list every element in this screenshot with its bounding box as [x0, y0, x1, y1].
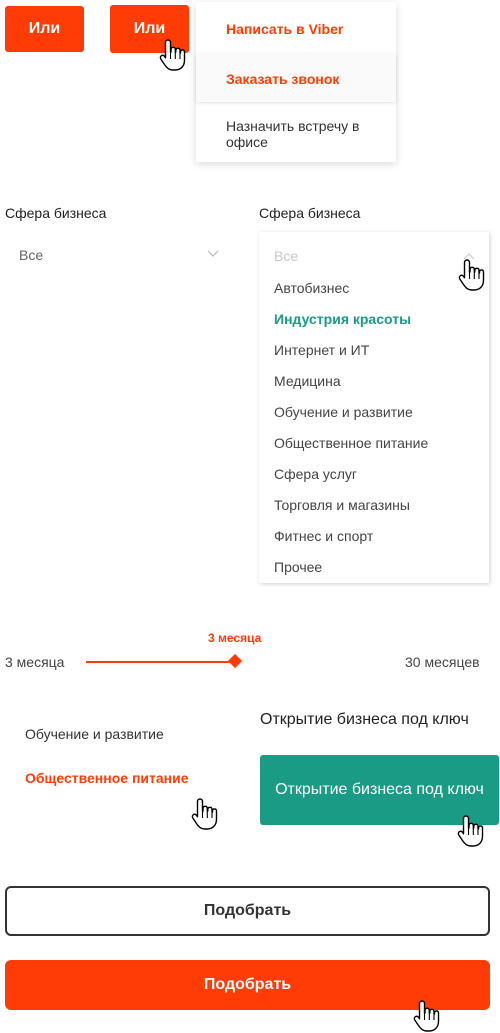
or-button-right-label: Или [133, 20, 166, 37]
business-field-label: Сфера бизнеса [5, 205, 107, 221]
menu-item-viber[interactable]: Написать в Viber [196, 21, 396, 37]
pick-button-outline-label: Подобрать [203, 902, 292, 919]
slider-track[interactable] [86, 661, 236, 663]
turnkey-button-label: Открытие бизнеса под ключ [275, 781, 484, 798]
slider-max-label: 30 месяцев [405, 654, 480, 670]
or-button-left[interactable]: Или [5, 6, 84, 52]
pick-button-outline[interactable]: Подобрать [5, 886, 490, 936]
hand-pointer-icon [458, 259, 485, 291]
business-field-value: Все [19, 247, 44, 263]
hand-pointer-icon [191, 798, 218, 830]
hand-pointer-icon [413, 1000, 440, 1032]
dropdown-option[interactable]: Медицина [274, 373, 341, 389]
chevron-down-icon [207, 250, 219, 257]
business-field-placeholder: Все [274, 248, 299, 264]
dropdown-option[interactable]: Общественное питание [274, 435, 428, 451]
dropdown-option[interactable]: Фитнес и спорт [274, 528, 373, 544]
hand-pointer-icon [457, 815, 484, 847]
menu-item-callback[interactable]: Заказать звонок [196, 54, 396, 102]
dropdown-option-active[interactable]: Индустрия красоты [274, 311, 411, 327]
contact-menu: Написать в Viber Заказать звонок Назначи… [196, 2, 396, 162]
menu-item-callback-label: Заказать звонок [226, 71, 340, 87]
slider-thumb[interactable] [227, 653, 243, 669]
dropdown-option[interactable]: Обучение и развитие [274, 404, 413, 420]
dropdown-option[interactable]: Автобизнес [274, 280, 349, 296]
slider-value-label: 3 месяца [208, 631, 262, 645]
menu-item-office-meeting[interactable]: Назначить встречу в офисе [196, 118, 396, 150]
dropdown-option[interactable]: Торговля и магазины [274, 497, 410, 513]
dropdown-option[interactable]: Интернет и ИТ [274, 342, 369, 358]
slider-min-label: 3 месяца [5, 654, 65, 670]
hand-pointer-icon [159, 39, 186, 71]
menu-item-office-meeting-label: Назначить встречу в офисе [226, 118, 360, 150]
business-field-label-open: Сфера бизнеса [259, 205, 361, 221]
business-field-select[interactable]: Все [5, 243, 227, 267]
or-button-left-label: Или [28, 20, 61, 37]
turnkey-label[interactable]: Открытие бизнеса под ключ [260, 711, 469, 729]
link-education[interactable]: Обучение и развитие [25, 726, 164, 742]
link-catering[interactable]: Общественное питание [25, 770, 189, 786]
dropdown-option[interactable]: Прочее [274, 559, 322, 575]
dropdown-option[interactable]: Сфера услуг [274, 466, 357, 482]
pick-button-primary-label: Подобрать [203, 976, 292, 993]
menu-item-viber-label: Написать в Viber [226, 21, 344, 37]
business-field-dropdown: Все Автобизнес Индустрия красоты Интерне… [259, 232, 489, 583]
